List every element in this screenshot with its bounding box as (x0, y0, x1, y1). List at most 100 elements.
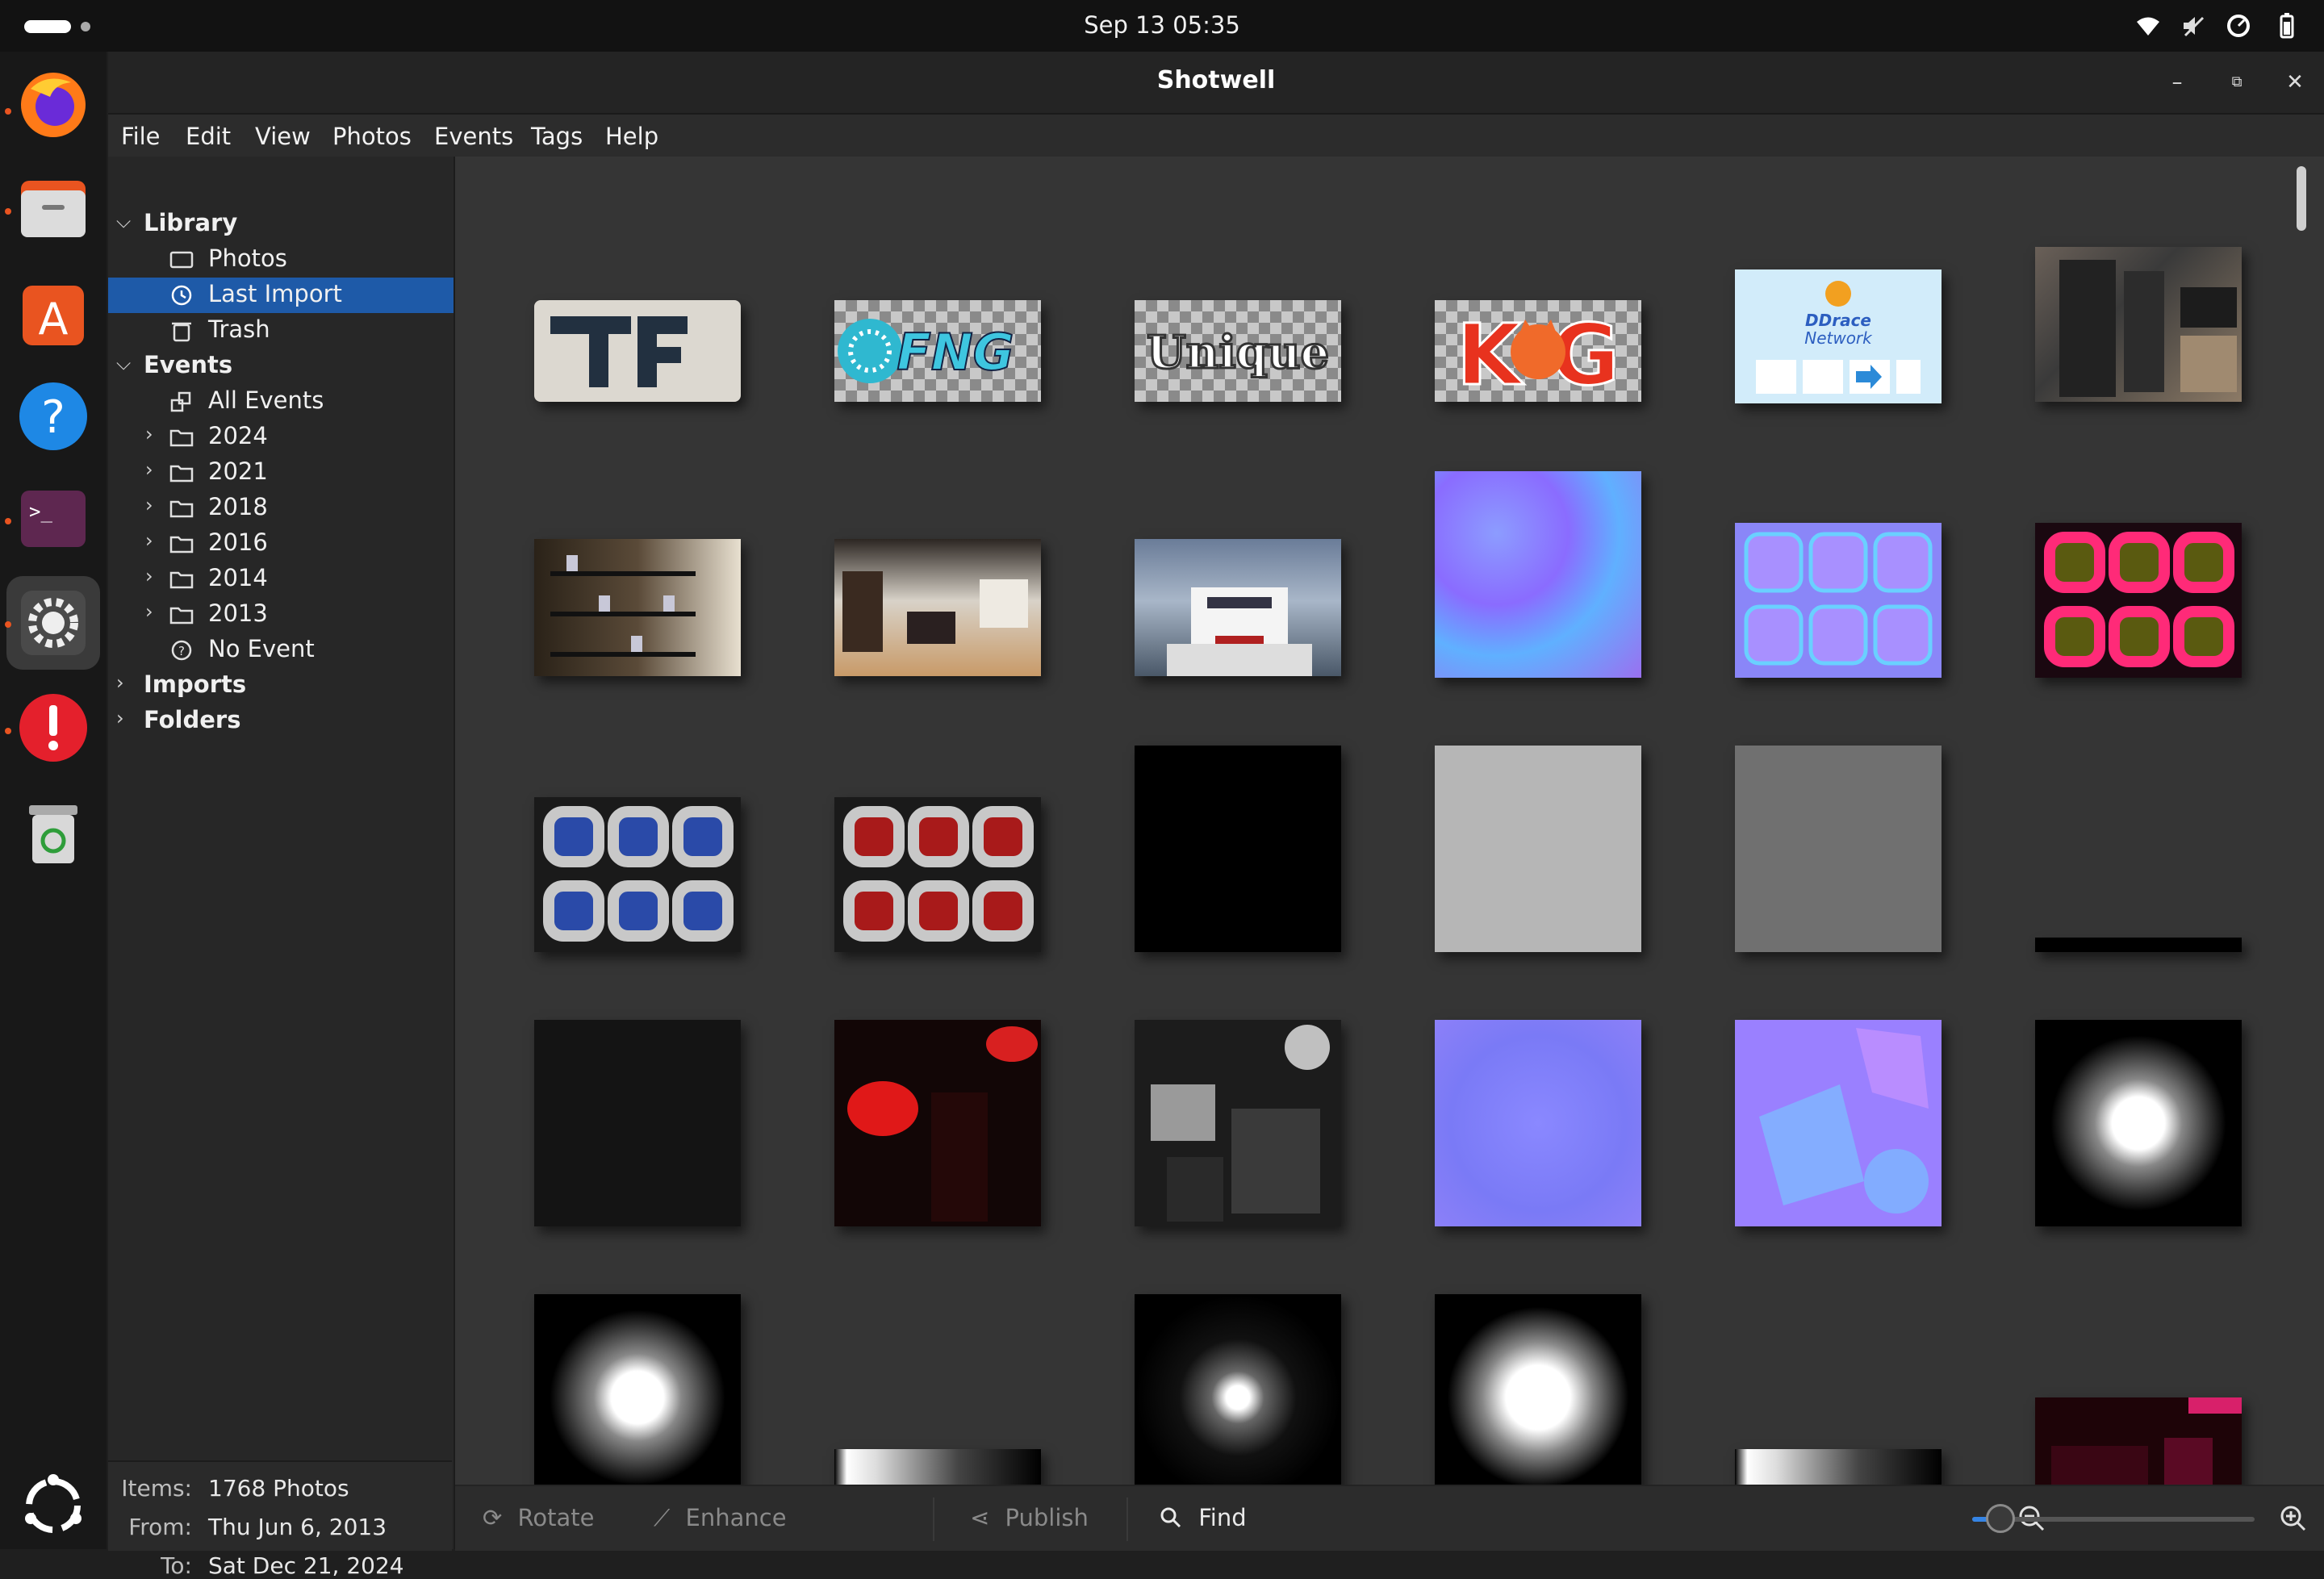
zoom-slider[interactable] (1972, 1504, 2255, 1533)
thumb-pink-buttons[interactable] (2035, 523, 2242, 678)
chevron-down-icon[interactable]: ⌵ (116, 352, 136, 374)
thumb-room-photo[interactable] (834, 539, 1041, 676)
folder-icon (169, 536, 194, 553)
sidebar-item-last-import[interactable]: Last Import (108, 278, 454, 313)
sidebar-item-2013[interactable]: › 2013 (108, 597, 454, 633)
thumb-normal-map-1[interactable] (1435, 471, 1641, 678)
sidebar-item-label: 2024 (208, 422, 268, 449)
rotate-button[interactable]: ⟳ Rotate (483, 1504, 594, 1531)
help-icon[interactable]: ? (15, 378, 92, 455)
sidebar-item-label: 2014 (208, 564, 268, 591)
sidebar-item-2024[interactable]: › 2024 (108, 420, 454, 455)
sidebar-item-all-events[interactable]: All Events (108, 384, 454, 420)
publish-label: Publish (1005, 1504, 1089, 1531)
menu-edit[interactable]: Edit (186, 123, 231, 150)
sidebar-item-2018[interactable]: › 2018 (108, 491, 454, 526)
thumb-red-texture[interactable] (834, 1020, 1041, 1226)
error-report-icon[interactable] (15, 689, 92, 767)
thumb-light-streak-1[interactable] (834, 1449, 1041, 1485)
thumb-dark-square[interactable] (534, 1020, 741, 1226)
settings-icon[interactable] (6, 576, 100, 670)
menu-view[interactable]: View (255, 123, 311, 150)
thumb-boat-photo[interactable] (1135, 539, 1341, 676)
chevron-right-icon[interactable]: › (145, 458, 165, 481)
toolbar-separator (933, 1498, 934, 1541)
thumb-soft-glow[interactable] (1435, 1294, 1641, 1485)
thumb-glow-star-2[interactable] (534, 1294, 741, 1485)
top-bar: Sep 13 05:35 (0, 0, 2324, 52)
show-apps-icon[interactable] (15, 1467, 92, 1544)
zoom-in-icon[interactable] (2279, 1504, 2308, 1533)
zoom-slider-handle[interactable] (1986, 1504, 2015, 1533)
chevron-right-icon[interactable]: › (145, 494, 165, 516)
thumb-gray-texture[interactable] (1135, 1020, 1341, 1226)
sidebar-imports[interactable]: › Imports (108, 668, 454, 704)
menu-help[interactable]: Help (605, 123, 658, 150)
menu-tags[interactable]: Tags (531, 123, 583, 150)
volume-muted-icon[interactable] (2179, 11, 2208, 40)
thumb-red-buttons[interactable] (834, 797, 1041, 952)
sidebar-item-trash[interactable]: Trash (108, 313, 454, 349)
thumb-tf-logo[interactable] (534, 300, 741, 402)
thumb-kog-logo[interactable]: K G (1435, 300, 1641, 406)
thumb-ddrace-network[interactable]: DDrace Network (1735, 269, 1942, 403)
publish-button[interactable]: ⋖ Publish (970, 1504, 1089, 1531)
app-center-icon[interactable]: A (15, 274, 92, 352)
thumb-thin-black-strip[interactable] (2035, 938, 2242, 952)
wifi-icon[interactable] (2134, 11, 2163, 40)
sidebar-item-2014[interactable]: › 2014 (108, 562, 454, 597)
chevron-right-icon[interactable]: › (145, 600, 165, 623)
vertical-scrollbar[interactable] (2293, 161, 2309, 1477)
chevron-down-icon[interactable]: ⌵ (116, 210, 136, 232)
enhance-button[interactable]: ⟋ Enhance (654, 1504, 787, 1532)
thumb-blue-buttons[interactable] (534, 797, 741, 952)
thumb-normal-map-2[interactable] (1435, 1020, 1641, 1226)
trash-icon (172, 322, 191, 342)
sidebar-folders[interactable]: › Folders (108, 704, 454, 739)
chevron-right-icon[interactable]: › (145, 423, 165, 445)
thumb-dark-red-texture[interactable] (2035, 1397, 2242, 1485)
minimize-button[interactable]: – (2161, 66, 2193, 98)
clock[interactable]: Sep 13 05:35 (0, 11, 2324, 39)
thumb-black-square[interactable] (1135, 746, 1341, 952)
thumb-glow-star-1[interactable] (2035, 1020, 2242, 1226)
menu-file[interactable]: File (121, 123, 161, 150)
sidebar-events[interactable]: ⌵ Events (108, 349, 454, 384)
find-label: Find (1198, 1504, 1247, 1531)
thumb-light-gray-square[interactable] (1435, 746, 1641, 952)
thumb-small-glow[interactable] (1135, 1294, 1341, 1485)
files-icon[interactable] (15, 169, 92, 247)
chevron-right-icon[interactable]: › (145, 565, 165, 587)
title-bar[interactable]: Shotwell – ⧉ ✕ (108, 52, 2324, 115)
find-button[interactable]: Find (1159, 1504, 1247, 1531)
chevron-right-icon[interactable]: › (116, 671, 136, 694)
sidebar-item-no-event[interactable]: ? No Event (108, 633, 454, 668)
menu-events[interactable]: Events (434, 123, 513, 150)
firefox-icon[interactable] (15, 65, 92, 142)
scrollbar-thumb[interactable] (2297, 166, 2306, 231)
trash-icon[interactable] (15, 794, 92, 871)
maximize-button[interactable]: ⧉ (2221, 66, 2253, 98)
rotate-label: Rotate (517, 1504, 595, 1531)
thumb-server-room[interactable] (2035, 247, 2242, 402)
menu-photos[interactable]: Photos (332, 123, 412, 150)
photo-grid[interactable]: FNG Unique K G DDrace Network (455, 157, 2324, 1485)
thumb-light-streak-2[interactable] (1735, 1449, 1942, 1485)
terminal-icon[interactable]: >_ (15, 479, 92, 557)
sidebar-item-2016[interactable]: › 2016 (108, 526, 454, 562)
close-button[interactable]: ✕ (2279, 66, 2311, 98)
power-profile-icon[interactable] (2224, 11, 2253, 40)
battery-icon[interactable] (2272, 11, 2301, 40)
thumb-shelves-photo[interactable] (534, 539, 741, 676)
sidebar-library[interactable]: ⌵ Library (108, 207, 454, 242)
sidebar-item-photos[interactable]: Photos (108, 242, 454, 278)
thumb-fng-logo[interactable]: FNG (834, 300, 1041, 402)
thumb-normal-buttons[interactable] (1735, 523, 1942, 678)
chevron-right-icon[interactable]: › (116, 707, 136, 729)
thumb-normal-map-3[interactable] (1735, 1020, 1942, 1226)
no-event-icon: ? (171, 640, 192, 661)
chevron-right-icon[interactable]: › (145, 529, 165, 552)
thumb-gray-square[interactable] (1735, 746, 1942, 952)
thumb-unique-logo[interactable]: Unique (1135, 300, 1341, 402)
sidebar-item-2021[interactable]: › 2021 (108, 455, 454, 491)
